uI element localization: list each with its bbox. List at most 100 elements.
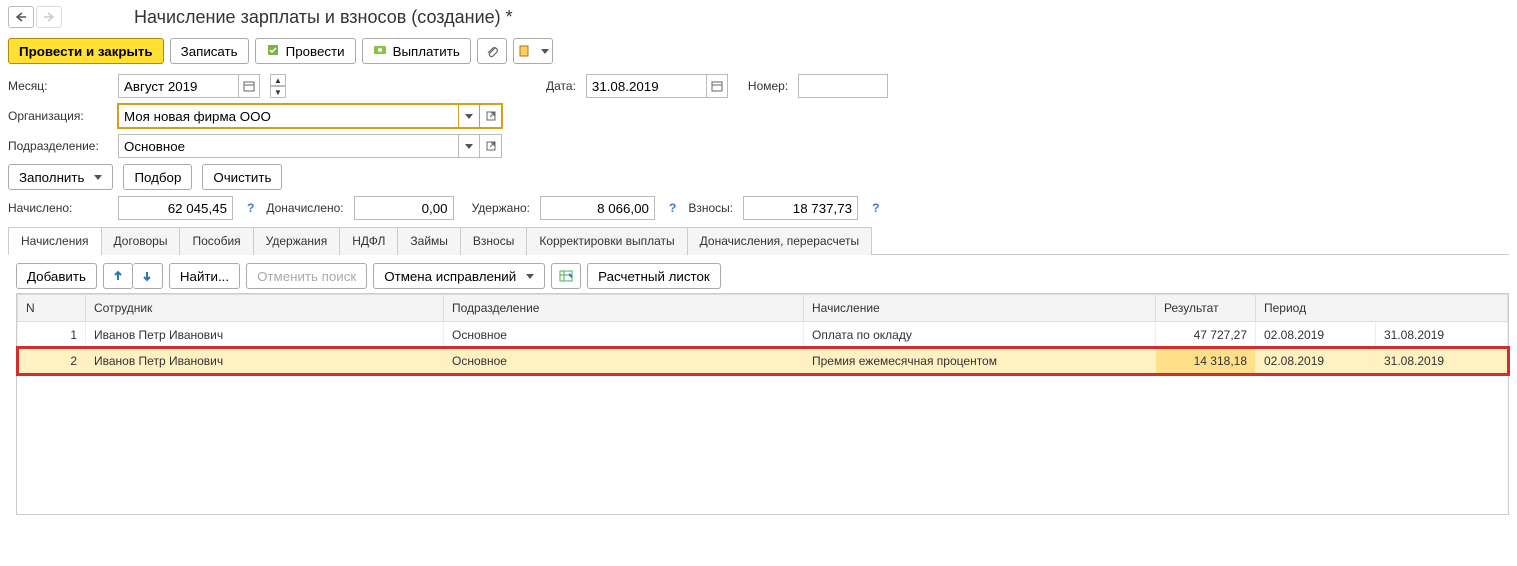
withheld-input[interactable] bbox=[540, 196, 655, 220]
org-input[interactable] bbox=[118, 104, 458, 128]
col-department[interactable]: Подразделение bbox=[444, 295, 804, 322]
tab-accruals[interactable]: Начисления bbox=[8, 227, 102, 255]
org-open-button[interactable] bbox=[480, 104, 502, 128]
fill-label: Заполнить bbox=[19, 170, 84, 185]
cancel-corrections-button[interactable]: Отмена исправлений bbox=[373, 263, 545, 289]
table-row[interactable]: 2 Иванов Петр Иванович Основное Премия е… bbox=[18, 348, 1508, 374]
pay-icon bbox=[373, 43, 387, 60]
chevron-down-icon bbox=[541, 49, 549, 54]
pay-label: Выплатить bbox=[393, 44, 460, 59]
move-up-button[interactable] bbox=[103, 263, 133, 289]
fill-button[interactable]: Заполнить bbox=[8, 164, 113, 190]
number-input[interactable] bbox=[798, 74, 888, 98]
number-label: Номер: bbox=[748, 79, 788, 93]
accruals-table-wrap: N Сотрудник Подразделение Начисление Рез… bbox=[16, 293, 1509, 515]
add-row-button[interactable]: Добавить bbox=[16, 263, 97, 289]
back-button[interactable] bbox=[8, 6, 34, 28]
arrow-down-icon bbox=[141, 270, 153, 282]
show-details-button[interactable] bbox=[551, 263, 581, 289]
post-icon bbox=[266, 43, 280, 60]
cell-period-from: 02.08.2019 bbox=[1256, 322, 1376, 349]
date-calendar-button[interactable] bbox=[706, 74, 728, 98]
open-icon bbox=[486, 111, 496, 121]
col-employee[interactable]: Сотрудник bbox=[86, 295, 444, 322]
dep-input[interactable] bbox=[118, 134, 458, 158]
cell-accrual: Оплата по окладу bbox=[804, 322, 1156, 349]
cancel-corrections-label: Отмена исправлений bbox=[384, 269, 516, 284]
tab-ndfl[interactable]: НДФЛ bbox=[339, 227, 398, 255]
tab-benefits[interactable]: Пособия bbox=[179, 227, 253, 255]
cell-department: Основное bbox=[444, 348, 804, 374]
payslip-button[interactable]: Расчетный листок bbox=[587, 263, 721, 289]
accrued-label: Начислено: bbox=[8, 201, 108, 215]
cancel-search-button[interactable]: Отменить поиск bbox=[246, 263, 367, 289]
misc-button[interactable] bbox=[513, 38, 553, 64]
table-icon bbox=[559, 269, 573, 283]
chevron-down-icon bbox=[465, 114, 473, 119]
table-row[interactable]: 1 Иванов Петр Иванович Основное Оплата п… bbox=[18, 322, 1508, 349]
contrib-input[interactable] bbox=[743, 196, 858, 220]
cell-result: 14 318,18 bbox=[1156, 348, 1256, 374]
date-input[interactable] bbox=[586, 74, 706, 98]
accrued-input[interactable] bbox=[118, 196, 233, 220]
month-down-button[interactable]: ▼ bbox=[270, 86, 286, 98]
cell-n: 1 bbox=[18, 322, 86, 349]
withheld-help[interactable]: ? bbox=[669, 201, 676, 215]
tab-payment-corrections[interactable]: Корректировки выплаты bbox=[526, 227, 687, 255]
tab-contributions[interactable]: Взносы bbox=[460, 227, 527, 255]
org-label: Организация: bbox=[8, 109, 108, 123]
document-icon bbox=[517, 44, 531, 58]
chevron-down-icon bbox=[94, 175, 102, 180]
col-accrual[interactable]: Начисление bbox=[804, 295, 1156, 322]
chevron-down-icon bbox=[526, 274, 534, 279]
tab-deductions[interactable]: Удержания bbox=[253, 227, 341, 255]
tab-loans[interactable]: Займы bbox=[397, 227, 461, 255]
month-up-button[interactable]: ▲ bbox=[270, 74, 286, 86]
dep-dropdown-button[interactable] bbox=[458, 134, 480, 158]
save-button[interactable]: Записать bbox=[170, 38, 249, 64]
tab-recalculations[interactable]: Доначисления, перерасчеты bbox=[687, 227, 872, 255]
clear-button[interactable]: Очистить bbox=[202, 164, 282, 190]
cell-department: Основное bbox=[444, 322, 804, 349]
move-down-button[interactable] bbox=[133, 263, 163, 289]
page-title: Начисление зарплаты и взносов (создание)… bbox=[134, 7, 513, 28]
dep-open-button[interactable] bbox=[480, 134, 502, 158]
month-calendar-button[interactable] bbox=[238, 74, 260, 98]
post-button[interactable]: Провести bbox=[255, 38, 356, 64]
contrib-help[interactable]: ? bbox=[872, 201, 879, 215]
calendar-icon bbox=[711, 80, 723, 92]
col-period[interactable]: Период bbox=[1256, 295, 1508, 322]
month-input[interactable] bbox=[118, 74, 238, 98]
cell-employee: Иванов Петр Иванович bbox=[86, 348, 444, 374]
arrow-up-icon bbox=[112, 270, 124, 282]
cell-employee: Иванов Петр Иванович bbox=[86, 322, 444, 349]
col-n[interactable]: N bbox=[18, 295, 86, 322]
accrued-help[interactable]: ? bbox=[247, 201, 254, 215]
contrib-label: Взносы: bbox=[688, 201, 733, 215]
pick-button[interactable]: Подбор bbox=[123, 164, 192, 190]
tab-bar: Начисления Договоры Пособия Удержания НД… bbox=[8, 226, 1509, 255]
post-and-close-button[interactable]: Провести и закрыть bbox=[8, 38, 164, 64]
month-input-wrap bbox=[118, 74, 260, 98]
find-button[interactable]: Найти... bbox=[169, 263, 240, 289]
cell-period-from: 02.08.2019 bbox=[1256, 348, 1376, 374]
additional-label: Доначислено: bbox=[266, 201, 343, 215]
withheld-label: Удержано: bbox=[472, 201, 530, 215]
forward-button[interactable] bbox=[36, 6, 62, 28]
org-input-wrap bbox=[118, 104, 502, 128]
date-input-wrap bbox=[586, 74, 728, 98]
chevron-down-icon bbox=[465, 144, 473, 149]
tab-contracts[interactable]: Договоры bbox=[101, 227, 181, 255]
org-dropdown-button[interactable] bbox=[458, 104, 480, 128]
dep-input-wrap bbox=[118, 134, 502, 158]
month-label: Месяц: bbox=[8, 79, 108, 93]
attachment-button[interactable] bbox=[477, 38, 507, 64]
pay-button[interactable]: Выплатить bbox=[362, 38, 471, 64]
col-result[interactable]: Результат bbox=[1156, 295, 1256, 322]
cell-result: 47 727,27 bbox=[1156, 322, 1256, 349]
paperclip-icon bbox=[485, 44, 499, 58]
additional-input[interactable] bbox=[354, 196, 454, 220]
date-label: Дата: bbox=[546, 79, 576, 93]
dep-label: Подразделение: bbox=[8, 139, 108, 153]
accruals-table: N Сотрудник Подразделение Начисление Рез… bbox=[17, 294, 1508, 374]
